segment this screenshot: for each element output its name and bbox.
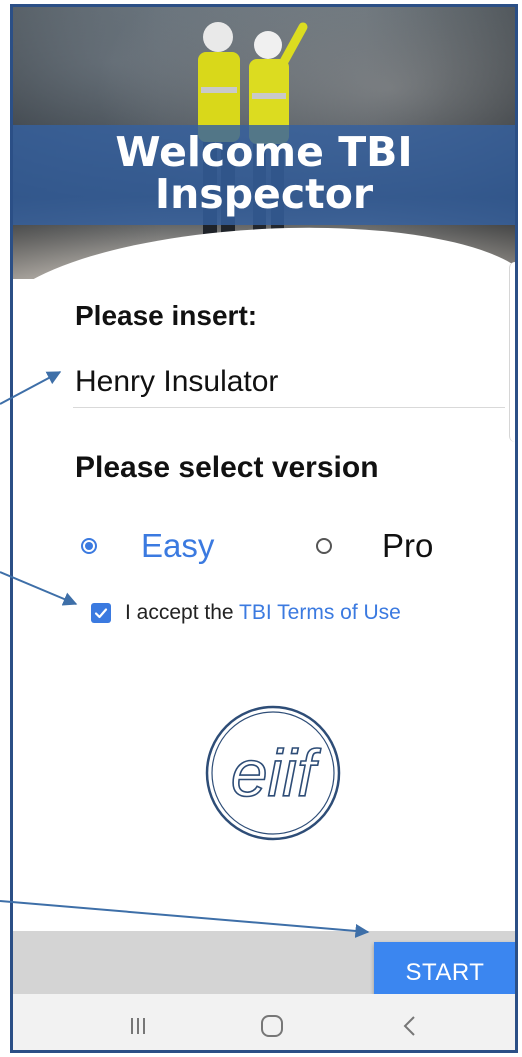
recents-icon[interactable] bbox=[123, 1012, 153, 1040]
back-icon[interactable] bbox=[395, 1012, 425, 1040]
home-icon[interactable] bbox=[257, 1012, 287, 1040]
svg-text:eiif: eiif bbox=[231, 736, 322, 810]
radio-unselected-icon[interactable] bbox=[316, 538, 332, 554]
phone-screen: Welcome TBI Inspector Please insert: Ple… bbox=[10, 4, 518, 1053]
welcome-title: Welcome TBI Inspector bbox=[13, 131, 515, 215]
version-label: Please select version bbox=[75, 451, 379, 484]
radio-easy[interactable]: Easy bbox=[81, 527, 214, 565]
insert-label: Please insert: bbox=[75, 300, 258, 331]
terms-link[interactable]: TBI Terms of Use bbox=[239, 601, 401, 624]
terms-checkbox[interactable] bbox=[91, 603, 111, 623]
system-nav-bar bbox=[13, 994, 515, 1050]
radio-pro[interactable]: Pro bbox=[316, 527, 433, 565]
radio-easy-label: Easy bbox=[141, 527, 215, 564]
welcome-title-line2: Inspector bbox=[154, 170, 374, 218]
terms-row: I accept the TBI Terms of Use bbox=[91, 601, 401, 625]
name-input[interactable] bbox=[73, 357, 505, 408]
side-panel-edge bbox=[509, 262, 515, 442]
terms-text: I accept the TBI Terms of Use bbox=[125, 601, 401, 625]
radio-pro-label: Pro bbox=[382, 527, 434, 564]
terms-prefix: I accept the bbox=[125, 601, 240, 624]
hero-banner: Welcome TBI Inspector bbox=[13, 7, 515, 279]
eiif-logo: eiif bbox=[205, 705, 341, 841]
checkmark-icon bbox=[94, 608, 108, 619]
radio-selected-icon[interactable] bbox=[81, 538, 97, 554]
welcome-title-line1: Welcome TBI bbox=[115, 128, 413, 176]
